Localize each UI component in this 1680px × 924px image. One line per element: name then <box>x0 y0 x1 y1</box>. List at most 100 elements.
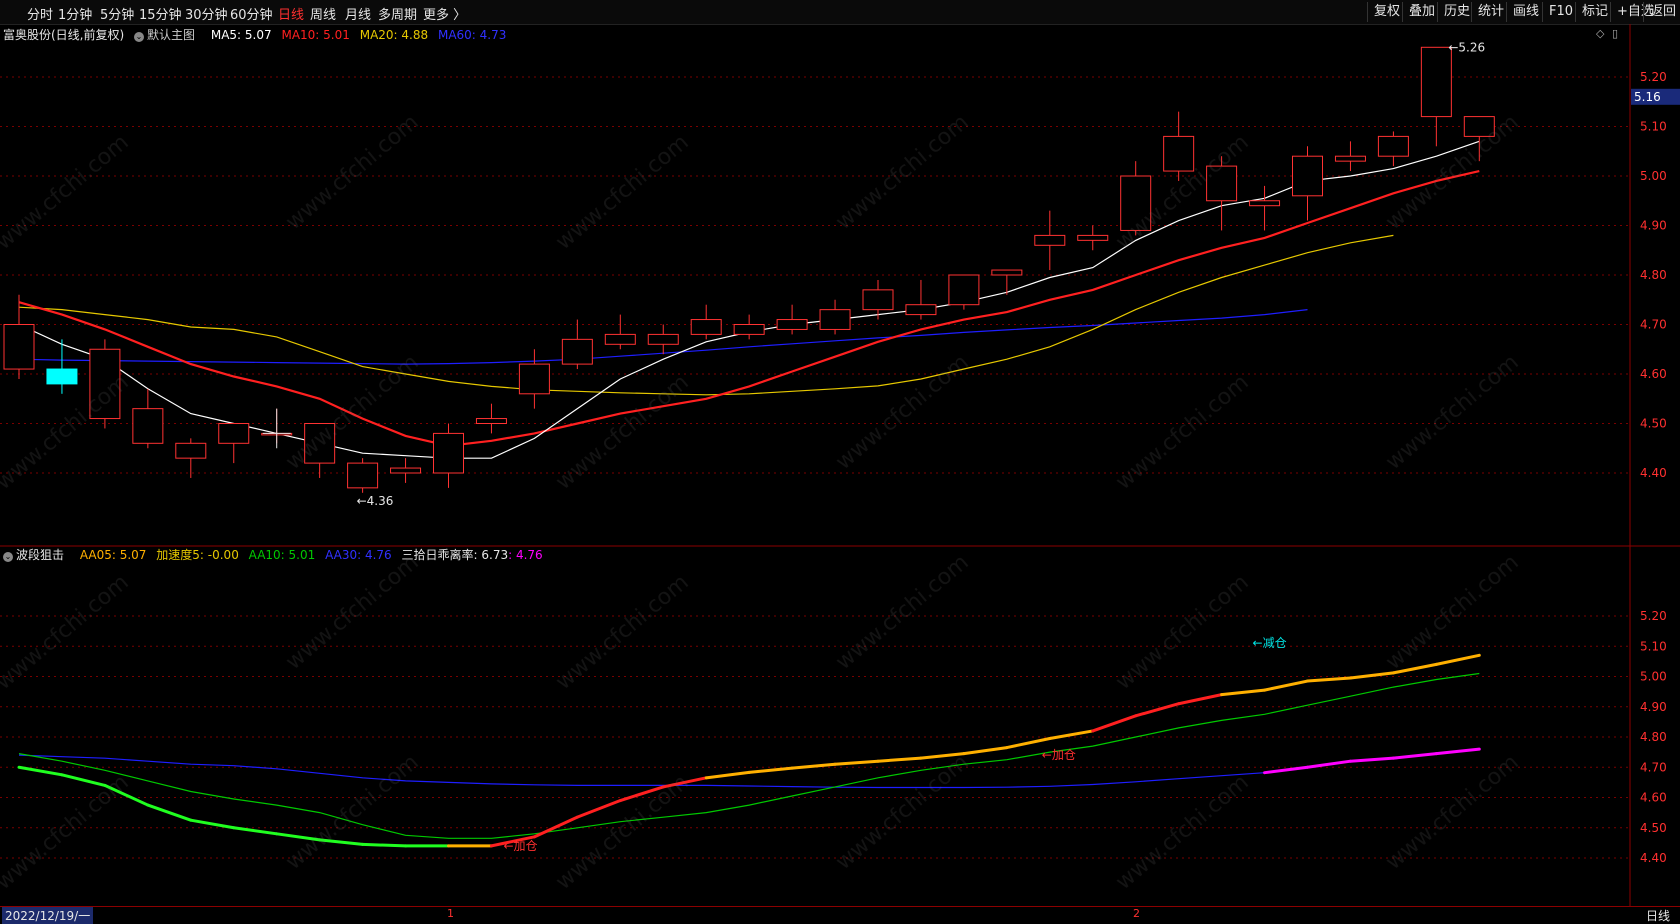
candle-body <box>433 432 464 474</box>
ma10-label: MA10: 5.01 <box>281 28 350 42</box>
candle-body <box>862 289 894 311</box>
candle-body <box>1292 155 1323 197</box>
sub-chart-infobar: ⌄ 波段狙击 AA05: 5.07 加速度5: -0.00 AA10: 5.01 … <box>3 546 549 563</box>
candle-13 <box>561 319 593 370</box>
period-4[interactable]: 30分钟 <box>185 4 228 23</box>
candle-body <box>776 319 808 330</box>
candle-body <box>1420 46 1452 118</box>
period-10[interactable]: 更多 〉 <box>423 4 466 23</box>
low-marker: ←4.36 <box>357 494 394 508</box>
template-label: 默认主图 <box>147 28 196 42</box>
ma10-line <box>18 170 1480 447</box>
period-3[interactable]: 15分钟 <box>139 4 182 23</box>
aa05-segment <box>1220 688 1267 697</box>
aa05-segment <box>17 765 64 777</box>
main-chart-infobar: 富奥股份(日线,前复权) ⌄ 默认主图 MA5: 5.07 MA10: 5.01 … <box>3 26 512 43</box>
candle-body <box>905 304 937 316</box>
candle-body <box>1377 135 1409 157</box>
diamond-icon[interactable]: ◇ <box>1596 27 1604 40</box>
aa05-segment <box>747 766 794 774</box>
candle-body <box>132 408 164 444</box>
toolbar-right-1[interactable]: 叠加 <box>1402 2 1441 22</box>
toolbar-right-3[interactable]: 统计 <box>1471 2 1510 22</box>
accel-label: 加速度5: -0.00 <box>156 548 239 562</box>
period-2[interactable]: 5分钟 <box>100 4 134 23</box>
aa05-segment <box>1134 702 1181 718</box>
main-axis-tick-6: 5.00 <box>1640 169 1667 183</box>
deviation-label: 三拾日乖离率: 6.73 <box>401 548 509 562</box>
annotation-add-1: ←加仓 <box>503 839 537 853</box>
aa05-segment <box>1306 676 1352 683</box>
toolbar-right-0[interactable]: 复权 <box>1367 2 1406 22</box>
aa05-segment <box>361 842 408 848</box>
toolbar-right-8[interactable]: 返回 <box>1643 2 1680 22</box>
indicator-dropdown[interactable]: ⌄ 波段狙击 <box>3 548 70 562</box>
annotation-add-2: ←加仓 <box>1042 748 1076 762</box>
period-0[interactable]: 分时 <box>27 4 53 23</box>
current-date: 2022/12/19/一 <box>2 907 94 924</box>
aa05-segment <box>318 838 365 846</box>
aa05-segment <box>704 770 751 780</box>
aa05-segment <box>1263 679 1309 692</box>
aa05-segment <box>833 759 880 766</box>
aa05-segment <box>532 815 579 839</box>
ma60-label: MA60: 4.73 <box>437 28 507 42</box>
candle-body <box>948 274 980 306</box>
toolbar-right-4[interactable]: 画线 <box>1506 2 1545 22</box>
aa30-line <box>18 748 1480 789</box>
candle-body <box>1249 200 1281 207</box>
aa05-segment <box>962 746 1009 756</box>
window-icon[interactable]: ▯ <box>1612 27 1618 40</box>
aa05-segment <box>1391 662 1438 675</box>
deviation-segment <box>1434 747 1481 756</box>
candle-14 <box>604 314 636 350</box>
candle-19 <box>819 299 851 335</box>
toolbar-right-6[interactable]: 标记 <box>1575 2 1614 22</box>
aa05-segment <box>1348 671 1395 680</box>
candle-body <box>561 338 593 365</box>
candle-28 <box>1206 156 1238 231</box>
aa05-segment <box>1091 714 1138 733</box>
chart-canvas[interactable]: 4.40 4.50 4.60 4.70 4.80 4.90 5.00 5.10 5.20 4.40… <box>0 24 1680 906</box>
candle-15 <box>647 324 679 355</box>
candle-body <box>1206 165 1238 202</box>
month-marker-2: 2 <box>1133 907 1140 920</box>
candle-body <box>304 423 336 464</box>
candle-7 <box>304 423 336 478</box>
period-label[interactable]: 日线 <box>1646 907 1670 924</box>
candle-17 <box>733 314 765 340</box>
aa05-segment <box>1177 693 1224 706</box>
sub-axis-tick-0: 4.40 <box>1640 851 1667 865</box>
stock-name: 富奥股份(日线,前复权) <box>3 28 125 42</box>
period-8[interactable]: 月线 <box>345 4 371 23</box>
period-7[interactable]: 周线 <box>310 4 336 23</box>
period-9[interactable]: 多周期 <box>378 4 417 23</box>
chevron-down-icon: ⌄ <box>134 32 145 42</box>
candle-12 <box>518 349 550 409</box>
current-price-label: 5.16 <box>1634 90 1661 104</box>
ma5-line <box>18 140 1480 459</box>
candle-body <box>1334 155 1366 162</box>
candle-11 <box>475 403 507 434</box>
candle-body <box>1034 234 1066 246</box>
period-6[interactable]: 日线 <box>278 4 304 23</box>
high-marker: ←5.26 <box>1448 40 1485 54</box>
candle-body <box>991 269 1023 276</box>
candle-27 <box>1163 111 1195 181</box>
candle-24 <box>1034 210 1066 271</box>
candle-body <box>46 368 78 385</box>
window-controls: ◇ ▯ <box>1596 27 1618 40</box>
period-toolbar: 分时 1分钟 5分钟 15分钟 30分钟 60分钟 日线 周线 月线 多周期 更多 〉复权 叠加 历史统… <box>0 0 1680 25</box>
main-axis-tick-1: 4.50 <box>1640 417 1667 431</box>
candle-9 <box>390 458 422 483</box>
template-dropdown[interactable]: ⌄ 默认主图 <box>134 28 201 42</box>
candle-25 <box>1077 225 1109 251</box>
candle-16 <box>690 304 722 340</box>
candle-body <box>518 363 550 395</box>
period-5[interactable]: 60分钟 <box>230 4 273 23</box>
main-axis-tick-5: 4.90 <box>1640 219 1667 233</box>
aa05-label: AA05: 5.07 <box>79 548 147 562</box>
period-1[interactable]: 1分钟 <box>58 4 92 23</box>
candle-body <box>218 423 250 444</box>
toolbar-right-5[interactable]: F10 <box>1542 2 1579 22</box>
